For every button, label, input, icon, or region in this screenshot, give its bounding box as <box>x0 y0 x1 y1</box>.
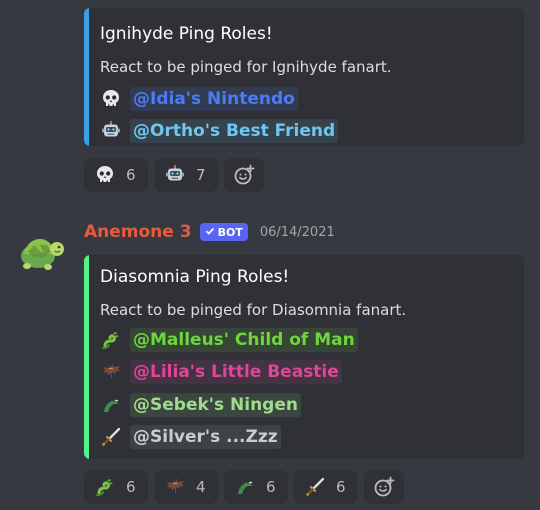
reaction-crocodile[interactable]: 6 <box>224 470 288 504</box>
reaction-dragon[interactable]: 6 <box>84 470 148 504</box>
role-mention-ortho[interactable]: @Ortho's Best Friend <box>130 119 339 143</box>
username[interactable]: Anemone 3 <box>84 222 192 242</box>
role-mention-sebek[interactable]: @Sebek's Ningen <box>130 393 301 417</box>
add-reaction-button[interactable] <box>364 470 404 504</box>
avatar[interactable] <box>14 222 68 276</box>
sword-icon <box>304 476 326 498</box>
bot-badge: BOT <box>199 223 248 241</box>
checkmark-icon <box>205 226 215 239</box>
timestamp: 06/14/2021 <box>259 224 335 240</box>
role-line: @Lilia's Little Beastie <box>100 359 342 385</box>
reaction-count: 6 <box>336 478 346 496</box>
role-mention-lilia[interactable]: @Lilia's Little Beastie <box>130 360 342 384</box>
skull-icon <box>94 164 116 186</box>
reaction-count: 4 <box>196 478 206 496</box>
reaction-sword[interactable]: 6 <box>294 470 358 504</box>
diasomnia-embed: Diasomnia Ping Roles! React to be pinged… <box>84 255 524 459</box>
reaction-count: 6 <box>126 166 136 184</box>
bot-label: BOT <box>217 225 243 239</box>
role-line: @Malleus' Child of Man <box>100 327 358 353</box>
embed-description: React to be pinged for Ignihyde fanart. <box>100 58 392 76</box>
reaction-count: 7 <box>196 166 206 184</box>
reaction-bar: 6 7 <box>84 158 264 192</box>
bat-icon <box>164 476 186 498</box>
ignihyde-embed: Ignihyde Ping Roles! React to be pinged … <box>84 8 524 146</box>
dragon-icon <box>100 329 122 351</box>
reaction-bat[interactable]: 4 <box>154 470 218 504</box>
robot-icon <box>164 164 186 186</box>
role-mention-idia[interactable]: @Idia's Nintendo <box>130 87 298 111</box>
dragon-icon <box>94 476 116 498</box>
add-reaction-icon <box>233 164 255 186</box>
embed-title: Ignihyde Ping Roles! <box>100 24 273 44</box>
role-line: @Idia's Nintendo <box>100 86 298 112</box>
crocodile-icon <box>234 476 256 498</box>
embed-accent-bar <box>84 255 89 459</box>
role-line: @Silver's ...Zzz <box>100 424 281 450</box>
skull-icon <box>100 88 122 110</box>
embed-description: React to be pinged for Diasomnia fanart. <box>100 301 407 319</box>
role-mention-malleus[interactable]: @Malleus' Child of Man <box>130 328 358 352</box>
role-line: @Sebek's Ningen <box>100 392 301 418</box>
robot-icon <box>100 120 122 142</box>
sword-icon <box>100 426 122 448</box>
embed-title: Diasomnia Ping Roles! <box>100 267 290 287</box>
add-reaction-icon <box>373 476 395 498</box>
embed-accent-bar <box>84 8 89 146</box>
crocodile-icon <box>100 394 122 416</box>
role-mention-silver[interactable]: @Silver's ...Zzz <box>130 425 281 449</box>
reaction-bar: 6 4 6 6 <box>84 470 404 504</box>
reaction-robot[interactable]: 7 <box>154 158 218 192</box>
reaction-count: 6 <box>266 478 276 496</box>
message-header: Anemone 3 BOT 06/14/2021 <box>84 222 335 242</box>
reaction-skull[interactable]: 6 <box>84 158 148 192</box>
add-reaction-button[interactable] <box>224 158 264 192</box>
bat-icon <box>100 361 122 383</box>
role-line: @Ortho's Best Friend <box>100 118 339 144</box>
reaction-count: 6 <box>126 478 136 496</box>
